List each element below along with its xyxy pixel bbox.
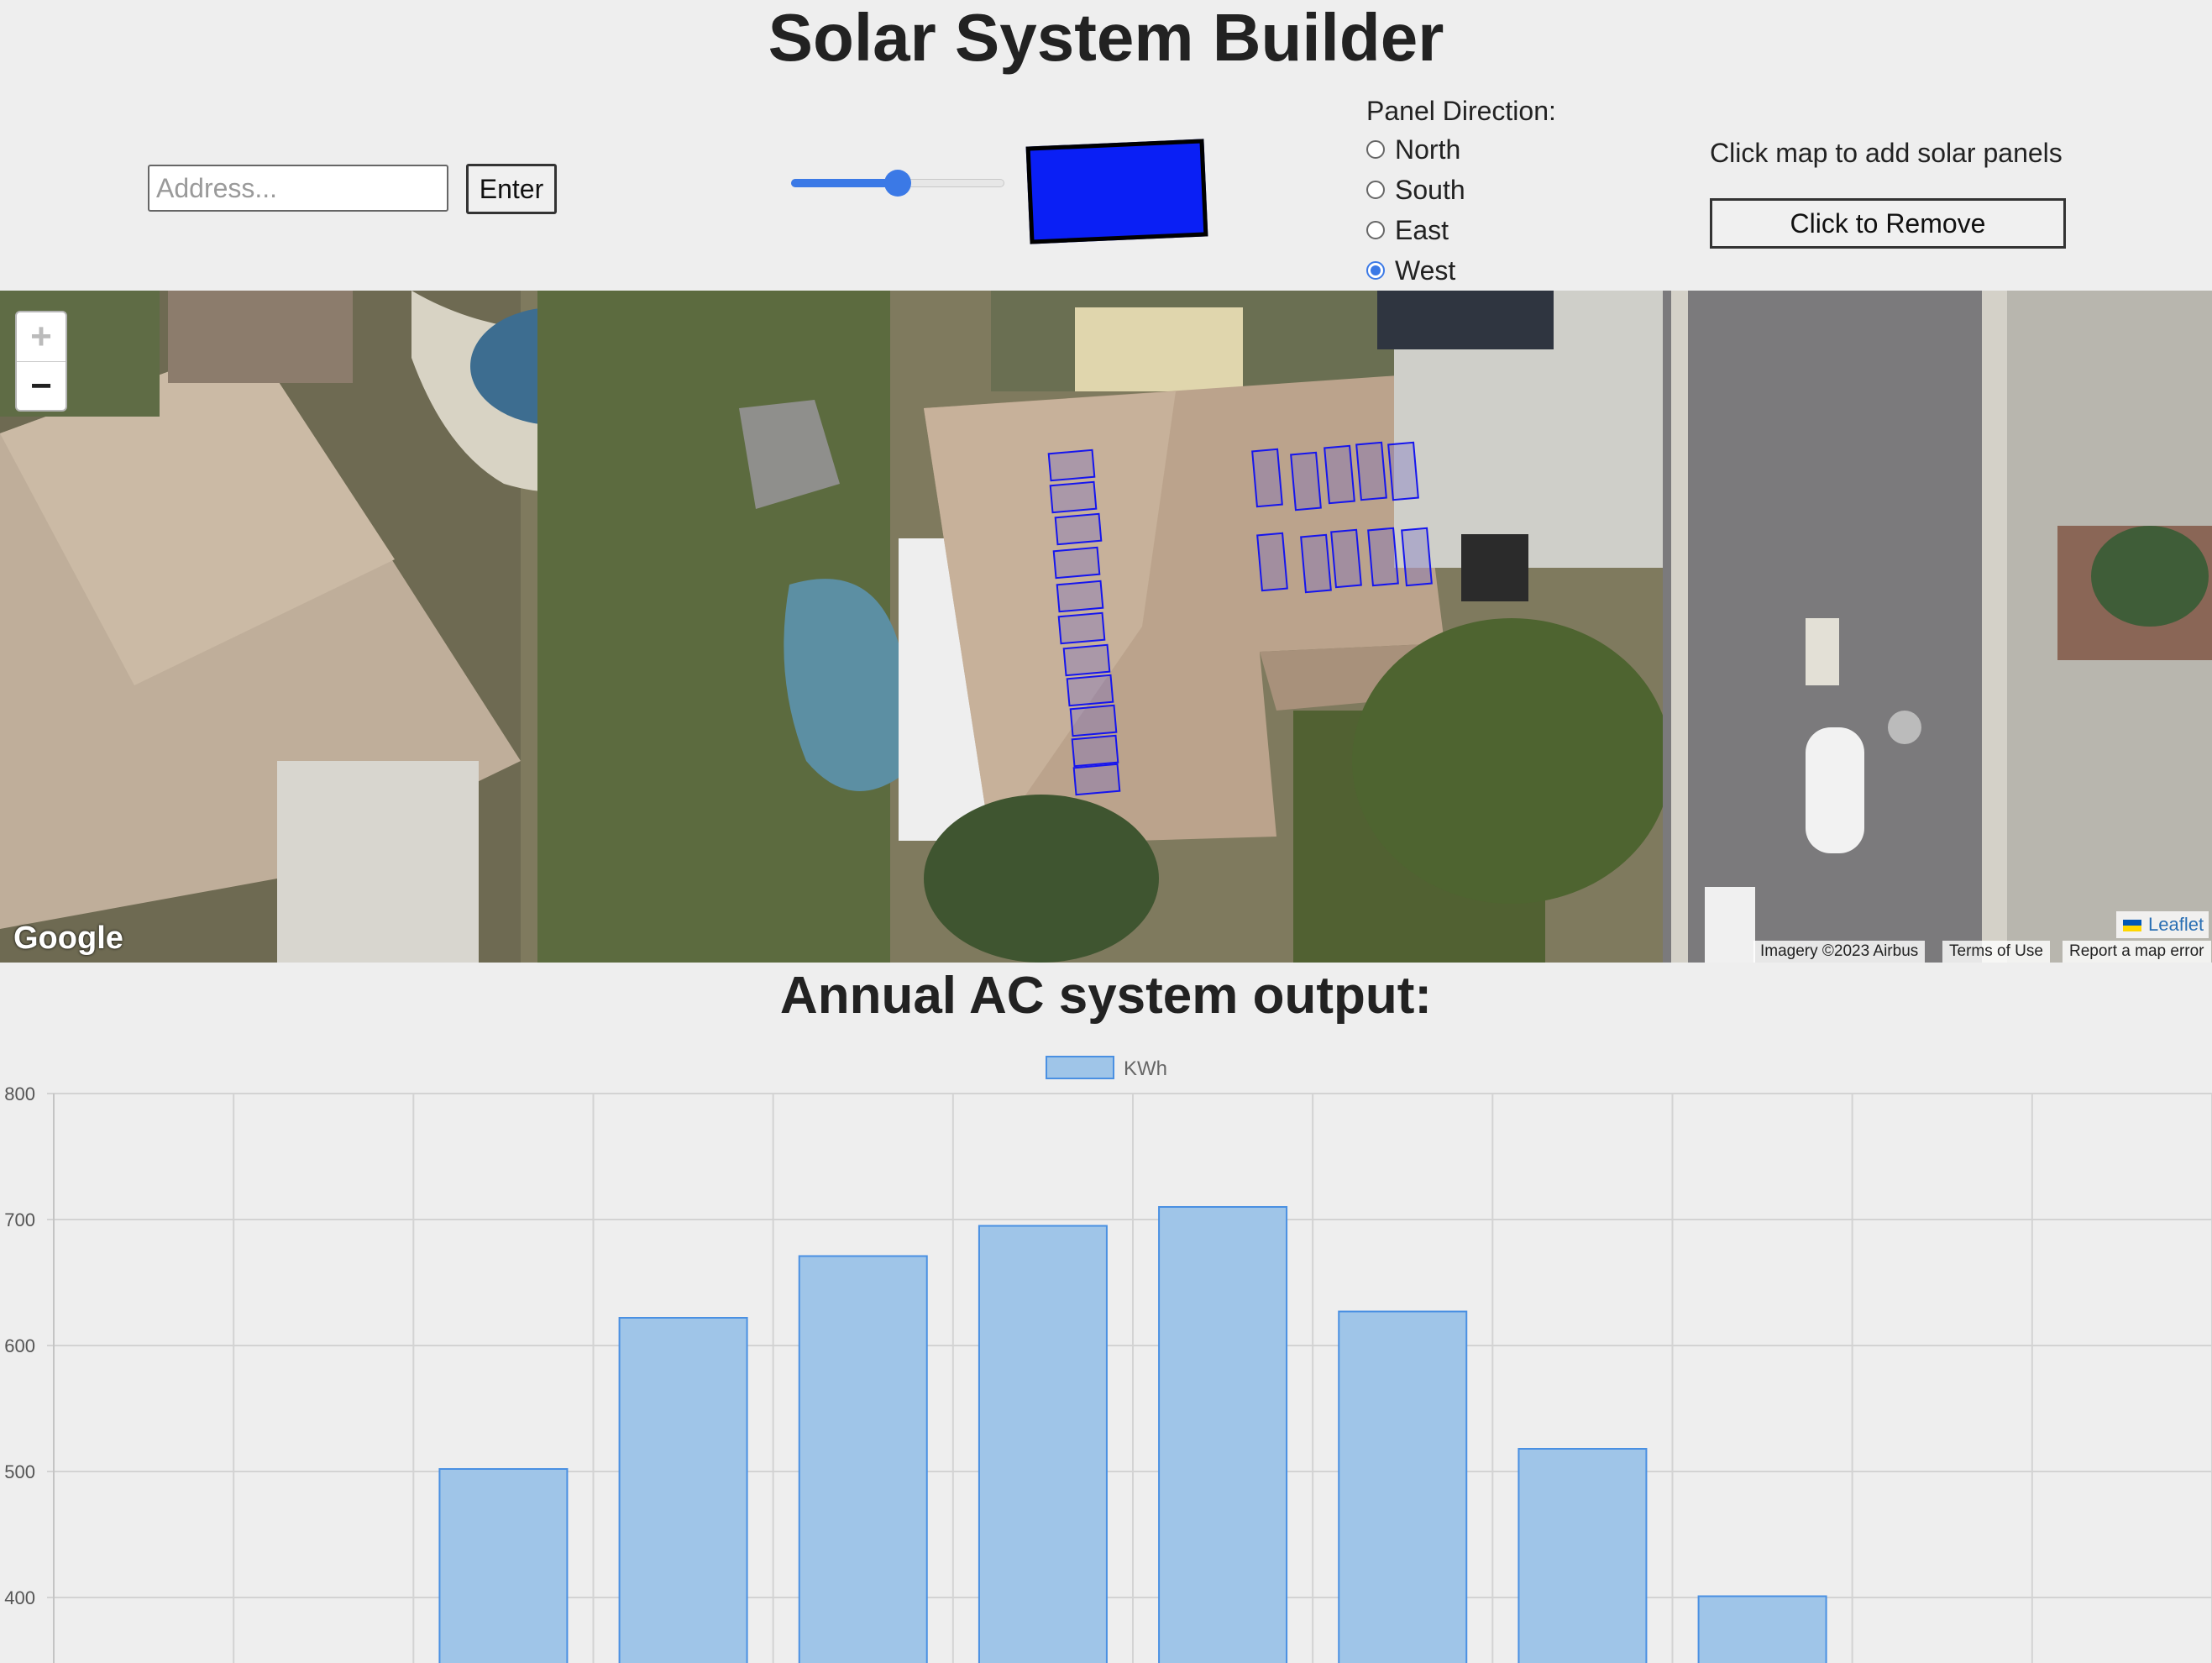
terms-of-use-link[interactable]: Terms of Use [1942,941,2050,963]
panel-direction-label: Panel Direction: [1366,96,1556,126]
bar [798,1255,928,1663]
solar-panel[interactable] [1071,734,1119,768]
panel-overlay [1047,441,1433,796]
solar-panel[interactable] [1056,580,1104,613]
output-bar-chart: KWh 800 700 600 500 400 [4,1056,2212,1663]
solar-panel[interactable] [1251,448,1283,508]
panel-preview [1025,139,1208,244]
solar-panel[interactable] [1052,546,1101,580]
solar-panel[interactable] [1367,527,1399,587]
satellite-map[interactable] [0,291,2212,963]
zoom-control: + − [15,311,67,412]
solar-panel[interactable] [1069,704,1118,737]
panel-size-slider[interactable] [791,170,1004,197]
bar [1158,1206,1288,1663]
solar-panel[interactable] [1387,441,1419,501]
imagery-attribution: Imagery ©2023 Airbus [1753,941,1926,963]
radio-north-label: North [1395,134,1461,165]
bar [618,1317,748,1663]
radio-west-button[interactable] [1366,261,1385,280]
solar-panel[interactable] [1330,528,1362,589]
radio-east-label: East [1395,214,1449,245]
page-title: Solar System Builder [768,0,1444,75]
solar-panel[interactable] [1256,532,1288,592]
bar [1697,1595,1827,1663]
y-tick-label: 400 [4,1587,35,1608]
solar-panel[interactable] [1324,444,1355,505]
radio-south[interactable]: South [1366,173,1465,207]
solar-panel[interactable] [1049,480,1098,514]
solar-panel[interactable] [1072,763,1121,796]
radio-east-button[interactable] [1366,221,1385,239]
radio-south-button[interactable] [1366,181,1385,199]
address-input[interactable] [148,165,448,212]
leaflet-link[interactable]: Leaflet [2148,914,2204,935]
solar-panel[interactable] [1355,441,1387,501]
y-tick-label: 800 [4,1083,35,1104]
slider-thumb[interactable] [884,170,911,197]
zoom-out-button[interactable]: − [17,362,66,411]
radio-west[interactable]: West [1366,254,1455,287]
y-tick-label: 600 [4,1335,35,1356]
y-tick-label: 700 [4,1209,35,1230]
ukraine-flag-icon [2123,920,2141,932]
bar [438,1468,569,1663]
bar [978,1225,1108,1663]
zoom-in-button[interactable]: + [17,312,66,362]
slider-fill [791,179,898,187]
google-logo: Google [13,921,123,956]
solar-panel[interactable] [1054,512,1103,546]
solar-panel[interactable] [1047,449,1096,482]
solar-panel[interactable] [1290,451,1322,511]
add-panels-hint: Click map to add solar panels [1710,138,2063,168]
report-map-error-link[interactable]: Report a map error [2063,941,2211,963]
solar-panel[interactable] [1066,674,1114,707]
radio-east[interactable]: East [1366,213,1449,247]
solar-panel[interactable] [1401,527,1433,587]
radio-west-label: West [1395,254,1456,286]
solar-panel[interactable] [1062,643,1111,677]
radio-north[interactable]: North [1366,133,1460,166]
solar-panel[interactable] [1057,611,1106,645]
remove-panels-button[interactable]: Click to Remove [1710,198,2066,249]
radio-north-button[interactable] [1366,140,1385,159]
legend-label: KWh [1124,1057,1167,1080]
leaflet-attribution[interactable]: Leaflet [2116,911,2209,938]
chart-title: Annual AC system output: [779,967,1433,1025]
radio-south-label: South [1395,174,1465,205]
bar [1338,1310,1468,1663]
legend-swatch [1046,1056,1114,1079]
bar [1517,1448,1648,1663]
solar-panel[interactable] [1300,533,1332,594]
y-tick-label: 500 [4,1461,35,1482]
enter-button[interactable]: Enter [466,164,557,214]
